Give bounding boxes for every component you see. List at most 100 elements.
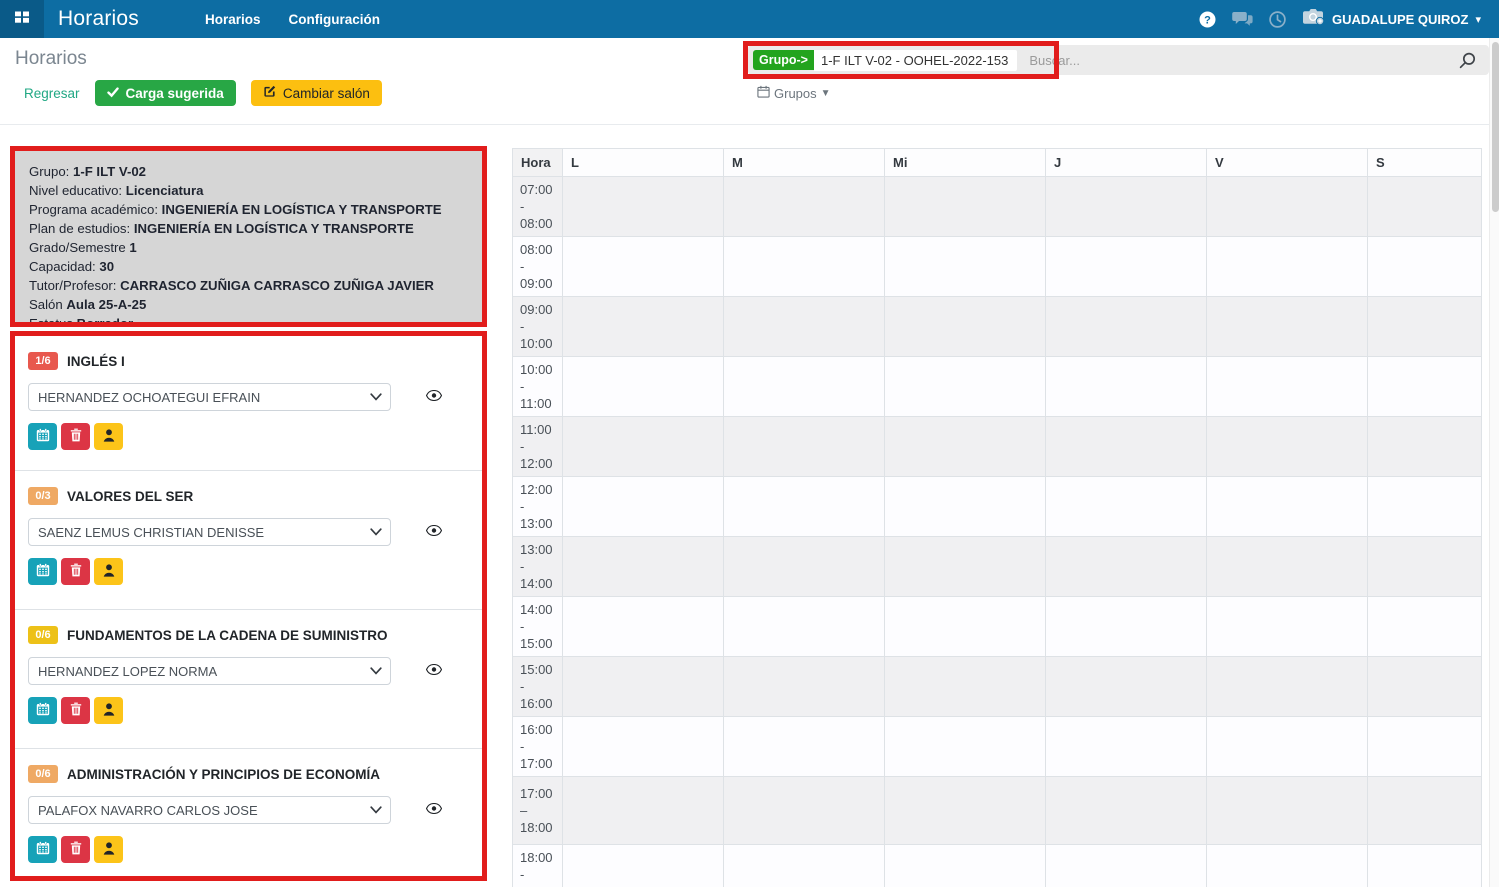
view-teacher-button[interactable] (426, 801, 442, 819)
schedule-cell[interactable] (1046, 357, 1207, 417)
schedule-cell[interactable] (1368, 417, 1482, 477)
schedule-cell[interactable] (724, 357, 885, 417)
menu-item-horarios[interactable]: Horarios (205, 12, 261, 27)
schedule-cell[interactable] (885, 477, 1046, 537)
suggested-load-button[interactable]: Carga sugerida (95, 80, 236, 106)
schedule-cell[interactable] (1368, 657, 1482, 717)
schedule-cell[interactable] (885, 357, 1046, 417)
schedule-cell[interactable] (1207, 597, 1368, 657)
schedule-cell[interactable] (885, 297, 1046, 357)
teacher-select[interactable]: PALAFOX NAVARRO CARLOS JOSE (28, 796, 391, 824)
search-icon[interactable] (1459, 52, 1476, 74)
delete-subject-button[interactable] (61, 836, 90, 863)
schedule-cell[interactable] (724, 845, 885, 887)
schedule-cell[interactable] (1368, 357, 1482, 417)
view-teacher-button[interactable] (426, 388, 442, 406)
teacher-select[interactable]: SAENZ LEMUS CHRISTIAN DENISSE (28, 518, 391, 546)
schedule-cell[interactable] (1207, 537, 1368, 597)
schedule-cell[interactable] (1207, 845, 1368, 887)
menu-item-configuracion[interactable]: Configuración (289, 12, 381, 27)
schedule-cell[interactable] (724, 477, 885, 537)
schedule-subject-button[interactable] (28, 697, 57, 724)
schedule-cell[interactable] (1046, 717, 1207, 777)
schedule-subject-button[interactable] (28, 423, 57, 450)
schedule-cell[interactable] (724, 777, 885, 845)
search-input[interactable] (1029, 53, 1409, 68)
schedule-cell[interactable] (724, 297, 885, 357)
schedule-cell[interactable] (1207, 657, 1368, 717)
schedule-cell[interactable] (1207, 717, 1368, 777)
schedule-cell[interactable] (885, 657, 1046, 717)
schedule-cell[interactable] (563, 177, 724, 237)
delete-subject-button[interactable] (61, 697, 90, 724)
schedule-cell[interactable] (885, 597, 1046, 657)
schedule-cell[interactable] (1368, 537, 1482, 597)
schedule-cell[interactable] (563, 417, 724, 477)
schedule-cell[interactable] (1207, 357, 1368, 417)
schedule-cell[interactable] (1368, 297, 1482, 357)
delete-subject-button[interactable] (61, 423, 90, 450)
schedule-cell[interactable] (1046, 177, 1207, 237)
schedule-cell[interactable] (724, 237, 885, 297)
schedule-cell[interactable] (1207, 177, 1368, 237)
assign-teacher-button[interactable] (94, 697, 123, 724)
apps-grid-button[interactable] (0, 0, 44, 38)
schedule-cell[interactable] (563, 237, 724, 297)
groups-dropdown[interactable]: Grupos ▼ (757, 85, 831, 101)
schedule-cell[interactable] (1046, 297, 1207, 357)
schedule-cell[interactable] (1368, 845, 1482, 887)
schedule-cell[interactable] (1368, 597, 1482, 657)
schedule-subject-button[interactable] (28, 836, 57, 863)
clock-icon[interactable] (1269, 11, 1286, 28)
schedule-cell[interactable] (885, 537, 1046, 597)
schedule-cell[interactable] (724, 717, 885, 777)
schedule-cell[interactable] (1207, 237, 1368, 297)
schedule-cell[interactable] (885, 717, 1046, 777)
schedule-cell[interactable] (563, 657, 724, 717)
schedule-cell[interactable] (563, 537, 724, 597)
group-filter-chip[interactable]: 1-F ILT V-02 - OOHEL-2022-153 (814, 50, 1017, 71)
schedule-cell[interactable] (1207, 297, 1368, 357)
schedule-cell[interactable] (1368, 477, 1482, 537)
schedule-subject-button[interactable] (28, 558, 57, 585)
assign-teacher-button[interactable] (94, 836, 123, 863)
schedule-cell[interactable] (885, 777, 1046, 845)
schedule-cell[interactable] (885, 177, 1046, 237)
schedule-cell[interactable] (1046, 417, 1207, 477)
schedule-cell[interactable] (1046, 657, 1207, 717)
schedule-cell[interactable] (563, 477, 724, 537)
view-teacher-button[interactable] (426, 662, 442, 680)
schedule-cell[interactable] (1207, 777, 1368, 845)
schedule-cell[interactable] (1046, 597, 1207, 657)
schedule-cell[interactable] (1368, 777, 1482, 845)
schedule-cell[interactable] (1046, 777, 1207, 845)
schedule-cell[interactable] (724, 657, 885, 717)
schedule-cell[interactable] (724, 597, 885, 657)
schedule-cell[interactable] (1046, 845, 1207, 887)
schedule-cell[interactable] (563, 777, 724, 845)
schedule-cell[interactable] (724, 537, 885, 597)
schedule-cell[interactable] (885, 417, 1046, 477)
schedule-cell[interactable] (885, 845, 1046, 887)
schedule-cell[interactable] (563, 717, 724, 777)
schedule-cell[interactable] (724, 177, 885, 237)
teacher-select[interactable]: HERNANDEZ OCHOATEGUI EFRAIN (28, 383, 391, 411)
schedule-cell[interactable] (885, 237, 1046, 297)
assign-teacher-button[interactable] (94, 423, 123, 450)
schedule-cell[interactable] (1368, 237, 1482, 297)
schedule-cell[interactable] (563, 357, 724, 417)
schedule-cell[interactable] (563, 845, 724, 887)
schedule-cell[interactable] (563, 597, 724, 657)
schedule-cell[interactable] (1046, 477, 1207, 537)
schedule-cell[interactable] (1368, 177, 1482, 237)
change-room-button[interactable]: Cambiar salón (251, 80, 382, 106)
teacher-select[interactable]: HERNANDEZ LOPEZ NORMA (28, 657, 391, 685)
schedule-cell[interactable] (563, 297, 724, 357)
schedule-cell[interactable] (1207, 477, 1368, 537)
scrollbar-thumb[interactable] (1492, 42, 1499, 212)
assign-teacher-button[interactable] (94, 558, 123, 585)
schedule-cell[interactable] (1046, 537, 1207, 597)
back-link[interactable]: Regresar (24, 86, 80, 101)
user-menu[interactable]: GUADALUPE QUIROZ ▾ (1302, 8, 1481, 31)
schedule-cell[interactable] (1368, 717, 1482, 777)
